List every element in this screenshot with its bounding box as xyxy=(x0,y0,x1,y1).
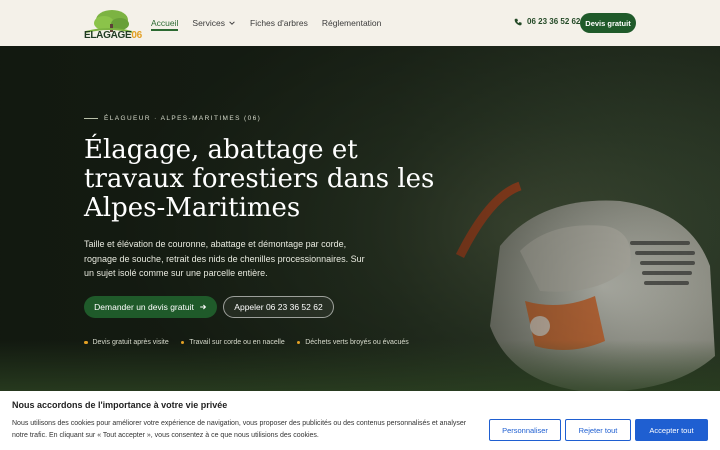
nav-item-accueil[interactable]: Accueil xyxy=(151,0,179,46)
nav-label: Accueil xyxy=(151,18,179,28)
cookie-accept-button[interactable]: Accepter tout xyxy=(635,419,708,441)
phone-number: 06 23 36 52 62 xyxy=(527,17,581,26)
site-header: ELAGAGE06 Accueil Services Fiches d'arbr… xyxy=(0,0,720,46)
logo-number: 06 xyxy=(131,30,142,41)
logo-word: ELAGAGE xyxy=(84,30,132,41)
nav-item-services[interactable]: Services xyxy=(192,0,236,46)
nav-item-reglementation[interactable]: Réglementation xyxy=(322,0,382,46)
cookie-banner: Nous accordons de l'importance à votre v… xyxy=(0,391,720,450)
bullet-dot-icon xyxy=(84,340,88,345)
cookie-customize-button[interactable]: Personnaliser xyxy=(489,419,561,441)
highlight-text: Devis gratuit après visite xyxy=(92,339,169,346)
hero-section: Élagueur · Alpes-Maritimes (06) Élagage,… xyxy=(0,46,720,450)
bullet-dot-icon xyxy=(296,340,301,345)
highlight-item: Déchets verts broyés ou évacués xyxy=(296,339,409,346)
highlight-item: Travail sur corde ou en nacelle xyxy=(180,339,285,346)
cookie-text: Nous utilisons des cookies pour améliore… xyxy=(12,420,467,439)
logo-wordmark: ELAGAGE06 xyxy=(84,30,142,41)
hero-highlights: Devis gratuit après visite Travail sur c… xyxy=(84,339,409,346)
button-label: Demander un devis gratuit xyxy=(94,302,194,312)
nav-item-fiches-arbres[interactable]: Fiches d'arbres xyxy=(250,0,308,46)
main-nav: Accueil Services Fiches d'arbres Régleme… xyxy=(151,0,381,46)
logo[interactable]: ELAGAGE06 xyxy=(84,6,142,41)
arrow-right-icon xyxy=(200,304,206,310)
header-phone-link[interactable]: 06 23 36 52 62 xyxy=(514,17,580,26)
header-quote-button[interactable]: Devis gratuit xyxy=(580,13,636,33)
highlight-text: Déchets verts broyés ou évacués xyxy=(305,339,409,346)
bullet-dot-icon xyxy=(180,340,185,345)
nav-label: Réglementation xyxy=(321,18,382,28)
cookie-reject-button[interactable]: Rejeter tout xyxy=(565,419,631,441)
highlight-item: Devis gratuit après visite xyxy=(84,339,169,346)
hero-title: Élagage, abattage et travaux forestiers … xyxy=(84,135,435,223)
hero-lead: Taille et élévation de couronne, abattag… xyxy=(84,239,365,278)
hero-kicker: Élagueur · Alpes-Maritimes (06) xyxy=(84,115,261,122)
chevron-down-icon xyxy=(229,21,235,25)
nav-label: Fiches d'arbres xyxy=(250,18,308,28)
nav-label: Services xyxy=(192,18,225,28)
call-button[interactable]: Appeler 06 23 36 52 62 xyxy=(223,296,334,318)
phone-icon xyxy=(514,18,522,25)
request-quote-button[interactable]: Demander un devis gratuit xyxy=(84,296,217,318)
highlight-text: Travail sur corde ou en nacelle xyxy=(189,339,285,346)
cookie-title: Nous accordons de l'importance à votre v… xyxy=(12,400,228,410)
